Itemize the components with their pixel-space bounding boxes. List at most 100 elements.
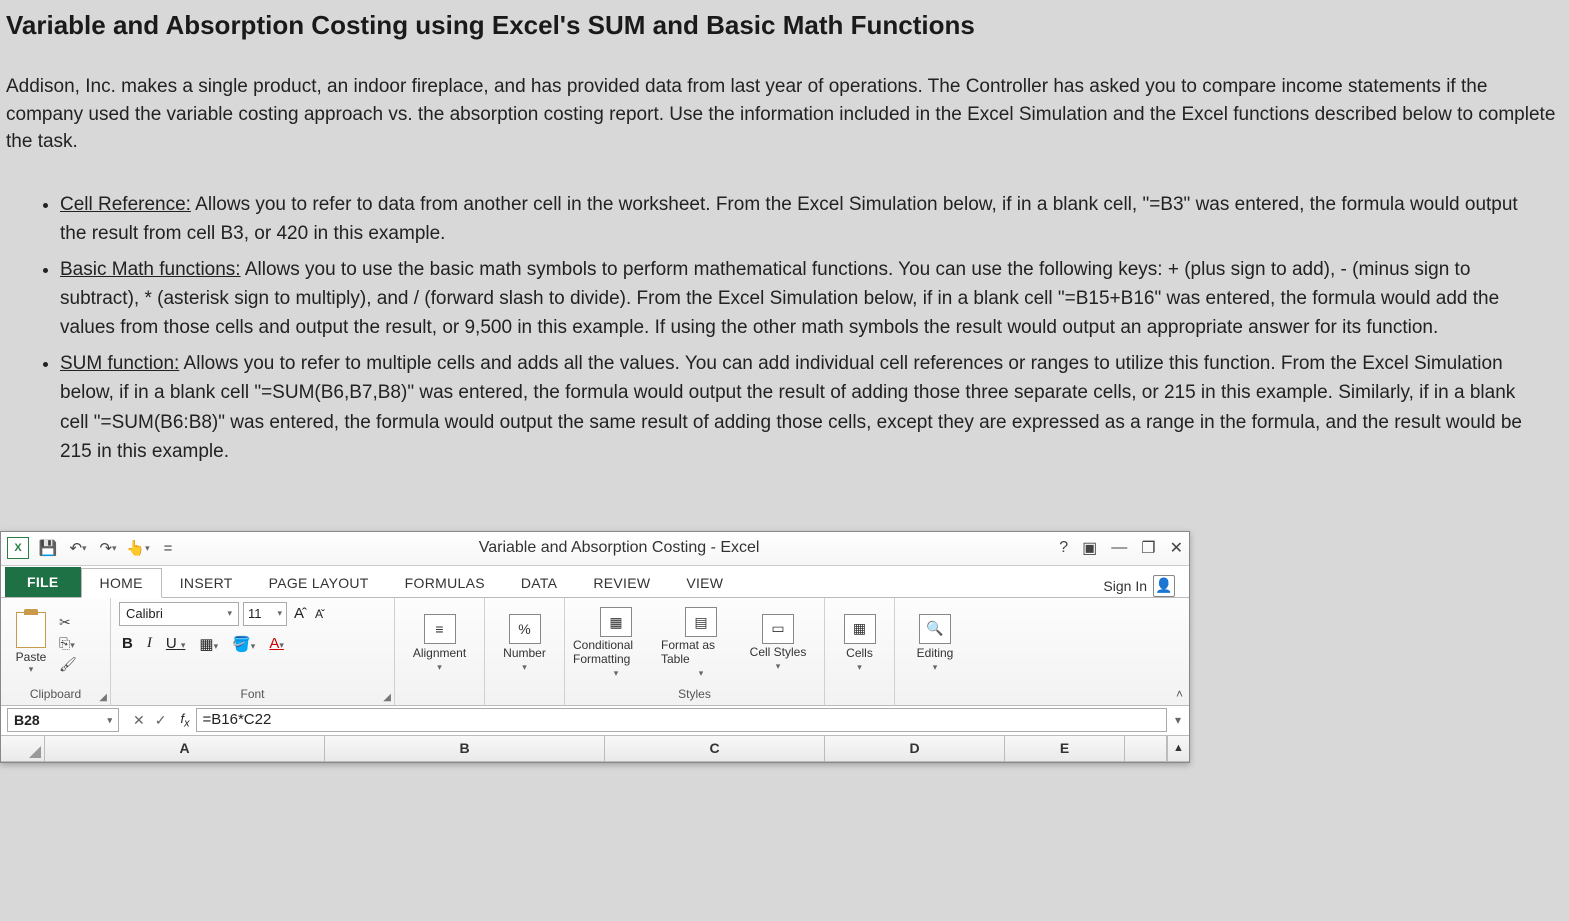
bullet-list: Cell Reference: Allows you to refer to d… <box>0 180 1569 513</box>
format-painter-icon[interactable]: 🖌 <box>59 656 77 673</box>
alignment-label: Alignment <box>413 646 466 660</box>
window-controls: ? ▣ — ❐ ✕ <box>1059 538 1183 558</box>
percent-icon: % <box>509 614 541 644</box>
ribbon-display-icon[interactable]: ▣ <box>1082 538 1097 558</box>
tab-file[interactable]: FILE <box>5 567 81 597</box>
column-header-A[interactable]: A <box>45 736 325 761</box>
minimize-icon[interactable]: — <box>1111 539 1127 557</box>
format-as-table-button[interactable]: ▤ Format as Table▾ <box>661 607 741 678</box>
document-title: Variable and Absorption Costing - Excel <box>179 539 1059 557</box>
tab-home[interactable]: HOME <box>81 568 162 598</box>
group-number: % Number ▾ <box>485 598 565 705</box>
underline-button[interactable]: U ▾ <box>163 634 189 653</box>
scroll-up-icon[interactable]: ▲ <box>1167 736 1189 761</box>
bullet-text: Allows you to refer to multiple cells an… <box>60 353 1522 462</box>
copy-icon[interactable]: ⎘▾ <box>59 635 77 652</box>
cells-label: Cells <box>846 646 873 660</box>
format-as-table-icon: ▤ <box>685 607 717 637</box>
group-font: Calibri▾ 11▾ Aˆ Aˇ B I U ▾ ▦▾ 🪣▾ A▾ <box>111 598 395 705</box>
dialog-launcher-icon[interactable]: ◢ <box>383 692 391 703</box>
cut-icon[interactable]: ✂ <box>59 614 77 631</box>
conditional-formatting-icon: ▦ <box>600 607 632 637</box>
column-header-D[interactable]: D <box>825 736 1005 761</box>
tab-formulas[interactable]: FORMULAS <box>387 569 503 597</box>
group-clipboard: Paste ▾ ✂ ⎘▾ 🖌 Clipboard ◢ <box>1 598 111 705</box>
customize-qat-icon[interactable]: = <box>157 537 179 559</box>
font-name-select[interactable]: Calibri▾ <box>119 602 239 626</box>
format-as-table-label: Format as Table <box>661 639 741 665</box>
cell-styles-button[interactable]: ▭ Cell Styles▾ <box>743 614 813 672</box>
number-button[interactable]: % Number ▾ <box>493 614 556 673</box>
expand-formula-bar-icon[interactable]: ▾ <box>1167 713 1189 727</box>
tab-page-layout[interactable]: PAGE LAYOUT <box>251 569 387 597</box>
paste-button[interactable]: Paste ▾ <box>9 612 53 675</box>
font-size-select[interactable]: 11▾ <box>243 602 287 626</box>
bullet-label: Cell Reference: <box>60 194 191 215</box>
collapse-ribbon-icon[interactable]: ˄ <box>1176 687 1183 701</box>
cells-icon: ▦ <box>844 614 876 644</box>
column-header-E[interactable]: E <box>1005 736 1125 761</box>
close-icon[interactable]: ✕ <box>1170 538 1183 558</box>
alignment-button[interactable]: ≡ Alignment ▾ <box>403 614 476 673</box>
column-header-B[interactable]: B <box>325 736 605 761</box>
font-name-value: Calibri <box>126 606 163 621</box>
select-all-button[interactable] <box>1 736 45 761</box>
group-label-cells <box>833 685 886 703</box>
font-color-icon[interactable]: A▾ <box>266 634 287 653</box>
group-label-number <box>493 685 556 703</box>
bullet-label: Basic Math functions: <box>60 259 241 280</box>
undo-icon[interactable]: ↶▾ <box>67 537 89 559</box>
tab-review[interactable]: REVIEW <box>575 569 668 597</box>
enter-formula-icon[interactable]: ✓ <box>155 712 167 729</box>
bold-button[interactable]: B <box>119 634 136 653</box>
group-label-alignment <box>403 685 476 703</box>
fill-color-icon[interactable]: 🪣▾ <box>229 634 258 654</box>
tab-view[interactable]: VIEW <box>668 569 741 597</box>
group-cells: ▦ Cells ▾ <box>825 598 895 705</box>
list-item: SUM function: Allows you to refer to mul… <box>60 349 1539 467</box>
italic-button[interactable]: I <box>144 634 155 653</box>
ribbon: Paste ▾ ✂ ⎘▾ 🖌 Clipboard ◢ Calibri▾ <box>1 598 1189 706</box>
cells-button[interactable]: ▦ Cells ▾ <box>833 614 886 673</box>
find-icon: 🔍 <box>919 614 951 644</box>
ribbon-tabbar: FILE HOME INSERT PAGE LAYOUT FORMULAS DA… <box>1 566 1189 598</box>
bullet-label: SUM function: <box>60 353 179 374</box>
tab-insert[interactable]: INSERT <box>162 569 251 597</box>
formula-input[interactable]: =B16*C22 <box>196 708 1167 732</box>
redo-icon[interactable]: ↷▾ <box>97 537 119 559</box>
save-icon[interactable]: 💾 <box>37 537 59 559</box>
borders-icon[interactable]: ▦▾ <box>196 634 221 654</box>
group-styles: ▦ Conditional Formatting▾ ▤ Format as Ta… <box>565 598 825 705</box>
alignment-icon: ≡ <box>424 614 456 644</box>
editing-button[interactable]: 🔍 Editing ▾ <box>903 614 967 673</box>
quick-access-toolbar: X 💾 ↶▾ ↷▾ 👆▾ = <box>7 537 179 559</box>
cancel-formula-icon[interactable]: ✕ <box>133 712 145 729</box>
chevron-down-icon[interactable]: ▾ <box>107 715 112 726</box>
dialog-launcher-icon[interactable]: ◢ <box>99 692 107 703</box>
name-box[interactable]: B28 ▾ <box>7 708 119 732</box>
touch-mode-icon[interactable]: 👆▾ <box>127 537 149 559</box>
help-icon[interactable]: ? <box>1059 539 1068 557</box>
conditional-formatting-button[interactable]: ▦ Conditional Formatting▾ <box>573 607 659 678</box>
group-label-font: Font <box>119 685 386 703</box>
bullet-text: Allows you to refer to data from another… <box>60 194 1518 244</box>
name-box-value: B28 <box>14 712 40 728</box>
sign-in[interactable]: Sign In 👤 <box>1093 575 1185 597</box>
group-editing: 🔍 Editing ▾ <box>895 598 975 705</box>
paste-label: Paste <box>16 650 47 664</box>
tab-data[interactable]: DATA <box>503 569 575 597</box>
group-alignment: ≡ Alignment ▾ <box>395 598 485 705</box>
number-label: Number <box>503 646 546 660</box>
titlebar: X 💾 ↶▾ ↷▾ 👆▾ = Variable and Absorption C… <box>1 532 1189 566</box>
sign-in-label: Sign In <box>1103 578 1147 594</box>
column-header-next[interactable] <box>1125 736 1167 761</box>
decrease-font-icon[interactable]: Aˇ <box>312 606 326 622</box>
group-label-editing <box>903 685 967 703</box>
excel-app-icon: X <box>7 537 29 559</box>
fx-icon[interactable]: fx <box>174 711 195 730</box>
cell-styles-label: Cell Styles <box>750 646 807 659</box>
clipboard-icon <box>16 612 46 648</box>
increase-font-icon[interactable]: Aˆ <box>291 604 308 623</box>
restore-icon[interactable]: ❐ <box>1141 538 1155 558</box>
column-header-C[interactable]: C <box>605 736 825 761</box>
